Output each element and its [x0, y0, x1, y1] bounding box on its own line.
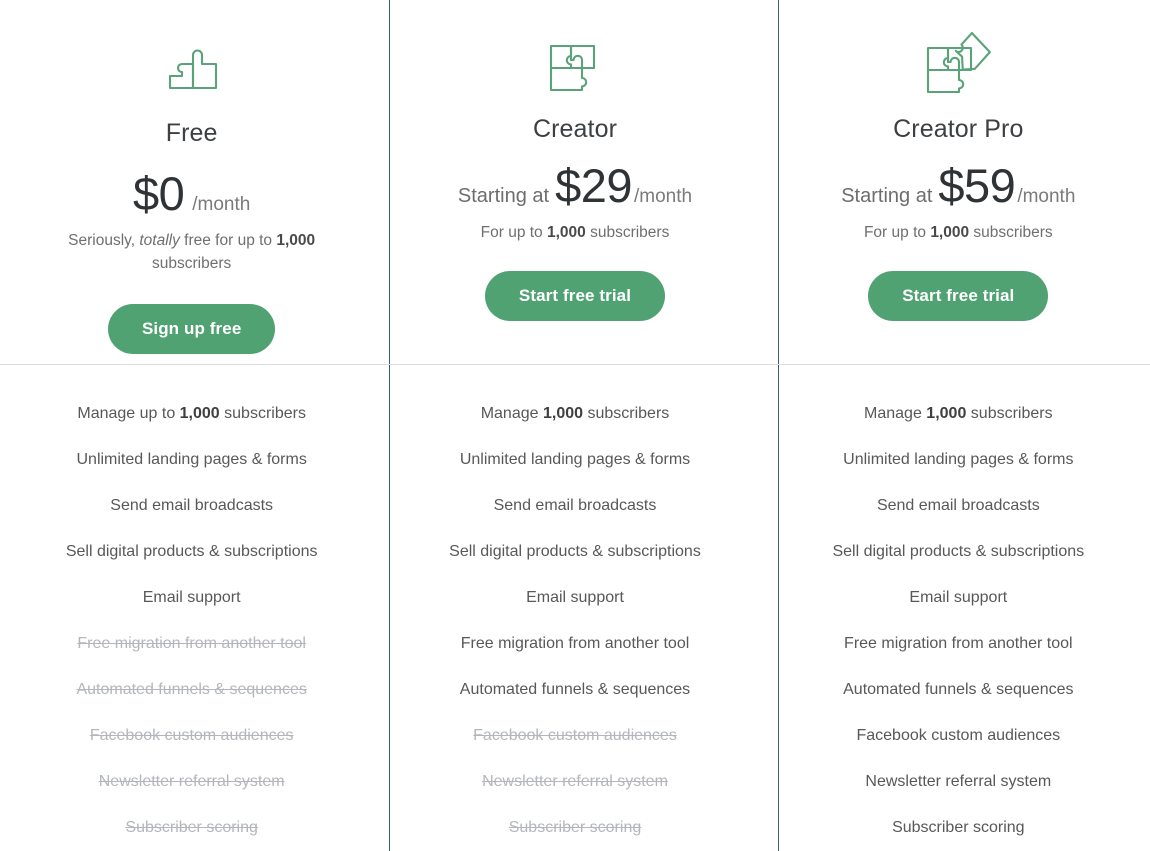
plan-price-creator: Starting at $29 /month: [458, 162, 692, 209]
price-note-segment: subscribers: [585, 224, 670, 241]
feature-item: Unlimited landing pages & forms: [459, 451, 691, 468]
feature-item: Send email broadcasts: [110, 497, 274, 514]
price-note-segment: For up to: [480, 224, 547, 241]
price-prefix: Starting at: [841, 185, 933, 207]
plan-name-creator-pro: Creator Pro: [893, 115, 1024, 143]
feature-item: Send email broadcasts: [876, 497, 1040, 514]
feature-item: Newsletter referral system: [98, 773, 285, 790]
feature-item: Automated funnels & sequences: [843, 681, 1074, 698]
price-note-segment: 1,000: [930, 224, 970, 241]
price-note-segment: subscribers: [969, 224, 1053, 241]
start-free-trial-button-creator[interactable]: Start free trial: [484, 271, 666, 322]
feature-item: Free migration from another tool: [77, 635, 306, 652]
price-note-creator: For up to 1,000 subscribers: [481, 221, 670, 244]
feature-item: Email support: [526, 589, 624, 606]
feature-item: Sell digital products & subscriptions: [832, 543, 1085, 560]
feature-item: Manage 1,000 subscribers: [480, 405, 670, 422]
feature-highlight: 1,000: [179, 405, 220, 422]
plan-price-free: $0 /month: [133, 170, 250, 217]
price-note-segment: 1,000: [546, 224, 586, 241]
feature-highlight: 1,000: [926, 405, 967, 422]
plan-header-creator: Creator Starting at $29 /month For up to…: [383, 0, 766, 362]
price-note-segment: subscribers: [152, 255, 232, 273]
feature-item: Send email broadcasts: [493, 497, 657, 514]
feature-item: Free migration from another tool: [460, 635, 690, 652]
feature-item: Automated funnels & sequences: [459, 681, 691, 698]
feature-item: Free migration from another tool: [844, 635, 1073, 652]
signup-free-button[interactable]: Sign up free: [107, 303, 276, 354]
feature-item: Email support: [142, 589, 241, 606]
feature-item: Newsletter referral system: [865, 773, 1052, 790]
puzzle-two-pieces-icon: [160, 44, 224, 101]
plan-header-free: Free $0 /month Seriously, totally free f…: [0, 0, 383, 362]
feature-item: Newsletter referral system: [482, 773, 668, 790]
feature-item: Unlimited landing pages & forms: [76, 451, 307, 468]
price-note-segment: For up to: [863, 224, 931, 241]
feature-item: Sell digital products & subscriptions: [449, 543, 701, 560]
feature-item: Facebook custom audiences: [473, 727, 677, 744]
price-amount: $0: [132, 167, 185, 220]
feature-item: Manage 1,000 subscribers: [864, 405, 1053, 422]
puzzle-four-pieces-icon: [918, 28, 998, 101]
price-period: /month: [633, 186, 693, 207]
price-note-segment: Seriously,: [68, 232, 140, 249]
price-period: /month: [192, 194, 251, 215]
feature-list-creator: Manage 1,000 subscribers Unlimited landin…: [383, 391, 766, 851]
plan-column-creator-pro: Creator Pro Starting at $59 /month For u…: [767, 0, 1150, 851]
puzzle-three-pieces-icon: [544, 38, 606, 101]
price-note-free: Seriously, totally free for up to 1,000 …: [67, 229, 317, 276]
feature-item: Automated funnels & sequences: [76, 681, 307, 698]
plan-column-free: Free $0 /month Seriously, totally free f…: [0, 0, 383, 851]
price-note-segment: 1,000: [276, 232, 316, 249]
price-note-segment: totally: [139, 232, 180, 249]
feature-item: Email support: [909, 589, 1008, 606]
feature-item: Subscriber scoring: [125, 819, 258, 836]
feature-item: Facebook custom audiences: [89, 727, 294, 744]
price-note-creator-pro: For up to 1,000 subscribers: [864, 221, 1053, 244]
plan-price-creator-pro: Starting at $59 /month: [841, 162, 1075, 209]
feature-item: Unlimited landing pages & forms: [843, 451, 1074, 468]
feature-item: Subscriber scoring: [892, 819, 1025, 836]
feature-list-free: Manage up to 1,000 subscribers Unlimited …: [0, 391, 383, 851]
start-free-trial-button-creator-pro[interactable]: Start free trial: [868, 271, 1049, 322]
feature-list-creator-pro: Manage 1,000 subscribers Unlimited landin…: [767, 391, 1150, 851]
feature-item: Sell digital products & subscriptions: [65, 543, 318, 560]
feature-highlight: 1,000: [542, 405, 584, 422]
price-prefix: Starting at: [457, 185, 550, 207]
pricing-table: Free $0 /month Seriously, totally free f…: [0, 0, 1150, 851]
plan-name-creator: Creator: [532, 115, 618, 143]
price-amount: $59: [938, 159, 1016, 212]
feature-item: Subscriber scoring: [508, 819, 642, 836]
plan-header-creator-pro: Creator Pro Starting at $59 /month For u…: [767, 0, 1150, 362]
price-period: /month: [1017, 186, 1076, 207]
price-note-segment: free for up to: [179, 232, 277, 249]
feature-item: Manage up to 1,000 subscribers: [77, 405, 306, 422]
plan-column-creator: Creator Starting at $29 /month For up to…: [383, 0, 766, 851]
feature-item: Facebook custom audiences: [856, 727, 1061, 744]
plan-name-free: Free: [165, 119, 218, 147]
price-amount: $29: [555, 159, 632, 212]
plan-columns: Free $0 /month Seriously, totally free f…: [0, 0, 1150, 851]
